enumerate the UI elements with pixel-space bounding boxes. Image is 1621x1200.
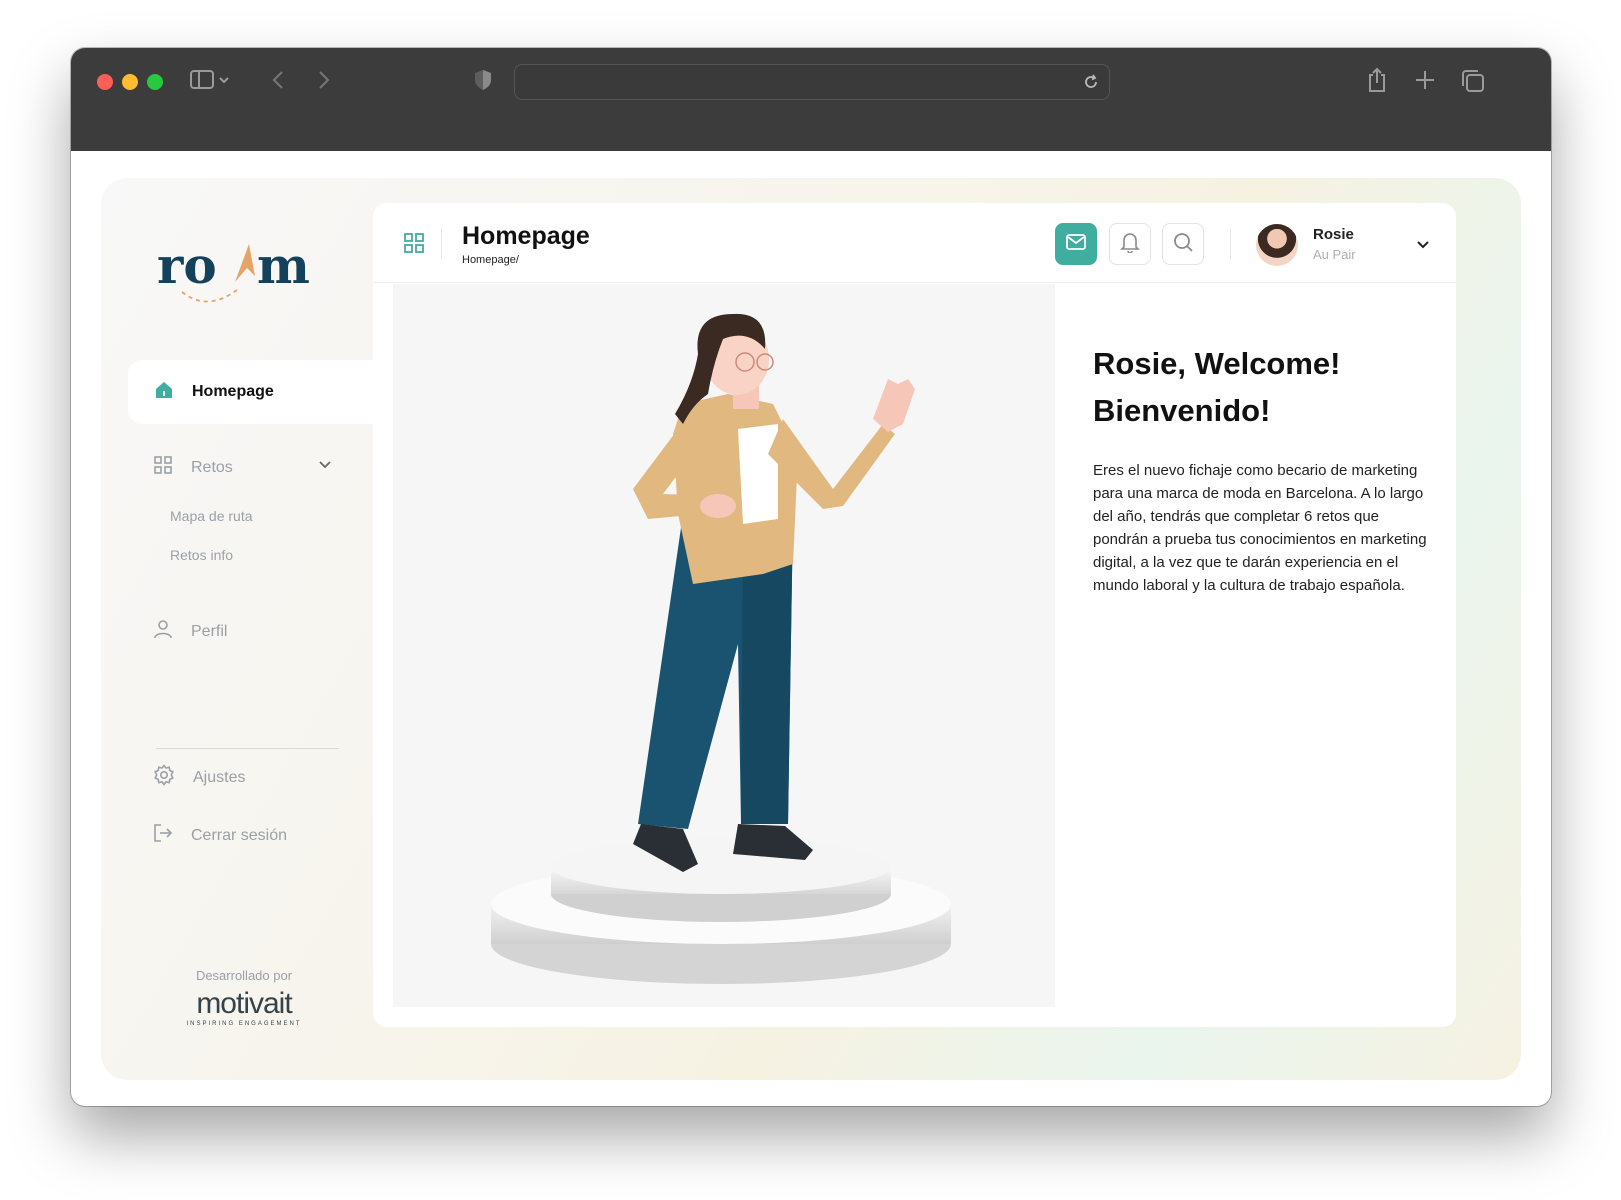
back-arrow-icon[interactable] [269,68,289,92]
sidebar-divider [156,748,339,749]
bell-icon [1120,231,1140,258]
maximize-window-button[interactable] [147,74,163,90]
sidebar-item-label: Homepage [192,383,274,400]
share-icon[interactable] [1365,66,1389,94]
sidebar-subitem-retos-info[interactable]: Retos info [170,547,233,563]
forward-arrow-icon[interactable] [313,68,333,92]
sidebar-item-label: Cerrar sesión [191,826,288,844]
browser-titlebar [71,48,1551,151]
svg-text:ro: ro [157,236,217,295]
developer-credit: Desarrollado por motivait INSPIRING ENGA… [159,968,329,1027]
notifications-button[interactable] [1109,223,1151,265]
welcome-title-line2: Bienvenido! [1093,393,1271,428]
chevron-down-icon[interactable] [317,457,333,478]
minimize-window-button[interactable] [122,74,138,90]
sidebar-item-cerrar-sesion[interactable]: Cerrar sesión [153,823,287,848]
breadcrumb[interactable]: Homepage/ [462,254,519,266]
gear-icon [153,764,175,791]
reload-icon[interactable] [1081,72,1101,97]
page-title: Homepage [462,222,590,250]
sidebar-item-label: Retos [191,458,233,476]
privacy-shield-icon [472,68,494,92]
sidebar-item-retos[interactable]: Retos [153,455,333,480]
tab-overview-icon[interactable] [1460,68,1486,94]
sidebar-item-perfil[interactable]: Perfil [153,619,227,644]
grid-menu-icon[interactable] [403,232,425,259]
close-window-button[interactable] [97,74,113,90]
home-icon [154,380,174,405]
header-bar: Homepage Homepage/ Rosie Au Pair [373,203,1456,283]
grid-icon [153,455,173,480]
motivait-logo[interactable]: motivait [159,987,329,1021]
sidebar-item-label: Ajustes [193,768,246,786]
credit-label: Desarrollado por [195,968,293,983]
credit-tagline: INSPIRING ENGAGEMENT [186,1021,302,1027]
header-separator [1230,230,1231,260]
welcome-title-line1: Rosie, Welcome! [1093,346,1341,381]
logout-icon [153,823,173,848]
user-name: Rosie [1313,226,1354,243]
search-button[interactable] [1162,223,1204,265]
header-separator [441,228,442,258]
sidebar-toggle-icon[interactable] [189,68,229,92]
app-container: ro m Homepage Retos Mapa de ruta Retos i… [101,178,1521,1080]
main-panel: Homepage Homepage/ Rosie Au Pair Rosie, … [373,203,1456,1027]
url-bar[interactable] [514,64,1110,100]
welcome-illustration [393,284,1055,1007]
avatar[interactable] [1256,224,1298,266]
messages-button[interactable] [1055,223,1097,265]
user-icon [153,619,173,644]
chevron-down-icon[interactable] [1415,237,1431,258]
sidebar-subitem-mapa-de-ruta[interactable]: Mapa de ruta [170,508,253,524]
user-role: Au Pair [1313,247,1356,262]
mail-icon [1065,233,1087,256]
search-icon [1172,231,1194,258]
welcome-section: Rosie, Welcome! Bienvenido! Eres el nuev… [1093,340,1429,597]
sidebar-item-ajustes[interactable]: Ajustes [153,764,245,791]
sidebar-item-homepage[interactable]: Homepage [128,360,373,424]
sidebar: ro m Homepage Retos Mapa de ruta Retos i… [101,178,373,1080]
browser-window: ro m Homepage Retos Mapa de ruta Retos i… [71,48,1551,1106]
welcome-description: Eres el nuevo fichaje como becario de ma… [1093,462,1427,594]
svg-text:m: m [257,236,310,295]
roam-logo[interactable]: ro m [157,230,327,310]
new-tab-plus-icon[interactable] [1413,68,1437,92]
sidebar-item-label: Perfil [191,622,228,640]
